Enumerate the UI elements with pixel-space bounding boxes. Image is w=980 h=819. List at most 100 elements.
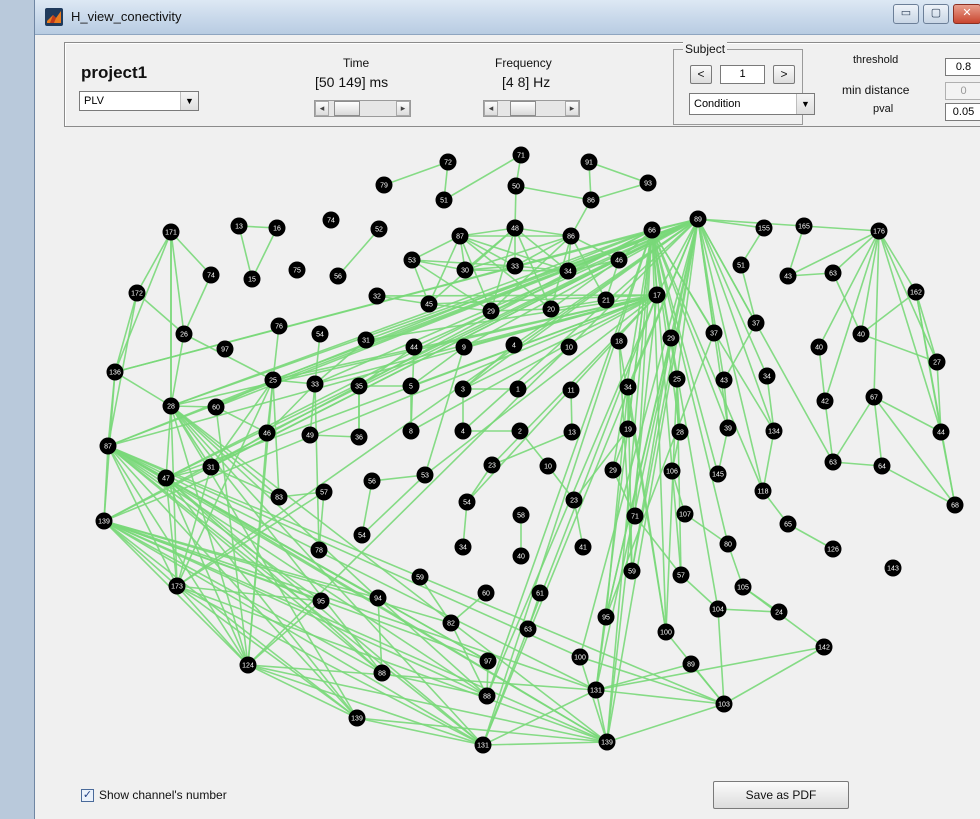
connection-edge [247,664,597,691]
channel-node: 28 [162,397,180,415]
channel-number-label: 68 [951,503,959,510]
connection-edge [165,477,383,674]
channel-number-label: 171 [165,230,177,237]
channel-number-label: 162 [910,290,922,297]
channel-node: 36 [350,428,368,446]
channel-number-label: 104 [712,607,724,614]
show-channel-number-checkbox[interactable]: ✓ [81,789,94,802]
subject-number-field[interactable]: 1 [720,65,765,84]
edges-layer [103,154,956,746]
channel-node: 172 [128,284,146,302]
channel-number-label: 10 [544,464,552,471]
time-slider-right-arrow[interactable]: ▸ [396,101,410,116]
channel-node: 86 [562,227,580,245]
channel-node: 59 [411,568,429,586]
channel-number-label: 37 [752,321,760,328]
channel-node: 3 [454,380,472,398]
channel-number-label: 53 [421,473,429,480]
channel-node: 57 [315,483,333,501]
channel-node: 82 [442,614,460,632]
channel-number-label: 42 [821,399,829,406]
frequency-slider[interactable]: ◂ ▸ [483,100,580,117]
pval-label: pval [873,103,894,115]
save-as-pdf-button[interactable]: Save as PDF [713,781,849,809]
channel-number-label: 97 [221,347,229,354]
min-distance-label: min distance [842,83,910,97]
channel-number-label: 25 [269,378,277,385]
channel-number-label: 88 [378,671,386,678]
frequency-slider-left-arrow[interactable]: ◂ [484,101,498,116]
connection-edge [114,371,172,407]
subject-group-title: Subject [683,42,728,56]
measure-select[interactable]: PLV ▼ [79,91,199,111]
channel-number-label: 59 [628,569,636,576]
next-subject-button[interactable]: > [773,65,795,84]
min-distance-field[interactable]: 0 [945,82,980,100]
channel-node: 32 [368,287,386,305]
maximize-button[interactable]: ▢ [923,4,949,24]
channel-number-label: 46 [263,431,271,438]
channel-node: 33 [306,375,324,393]
channel-number-label: 87 [104,444,112,451]
channel-node: 176 [870,222,888,240]
channel-node: 103 [715,695,733,713]
channel-node: 35 [350,377,368,395]
channel-node: 65 [779,515,797,533]
connection-edge [606,703,725,743]
connection-edge [356,717,484,746]
connection-edge [860,291,917,335]
channel-node: 28 [671,423,689,441]
channel-number-label: 3 [461,387,465,394]
channel-number-label: 97 [484,659,492,666]
pval-field[interactable]: 0.05 [945,103,980,121]
minimize-button[interactable]: ▭ [893,4,919,24]
channel-number-label: 57 [320,490,328,497]
title-bar[interactable]: H_view_conectivity ▭ ▢ ✕ [35,0,980,35]
channel-number-label: 89 [694,217,702,224]
channel-number-label: 54 [316,332,324,339]
connection-edge [383,161,449,186]
frequency-slider-thumb[interactable] [510,101,537,116]
channel-node: 1 [509,380,527,398]
channel-number-label: 40 [815,345,823,352]
channel-number-label: 21 [602,298,610,305]
channel-node: 31 [357,331,375,349]
connection-edge [697,218,880,232]
connection-edge [878,230,917,293]
threshold-field[interactable]: 0.8 [945,58,980,76]
channel-number-label: 95 [317,599,325,606]
connection-edge [515,185,592,201]
channel-number-label: 86 [567,234,575,241]
channel-number-label: 28 [167,404,175,411]
prev-subject-button[interactable]: < [690,65,712,84]
channel-node: 126 [824,540,842,558]
channel-node: 5 [402,377,420,395]
channel-node: 2 [511,422,529,440]
connection-edge [482,741,608,746]
time-slider[interactable]: ◂ ▸ [314,100,411,117]
channel-number-label: 60 [212,405,220,412]
condition-select[interactable]: Condition ▼ [689,93,815,115]
channel-number-label: 18 [615,339,623,346]
channel-node: 79 [375,176,393,194]
channel-node: 155 [755,219,773,237]
time-slider-left-arrow[interactable]: ◂ [315,101,329,116]
channel-node: 105 [734,578,752,596]
connection-edge [723,646,825,705]
frequency-slider-right-arrow[interactable]: ▸ [565,101,579,116]
channel-node: 34 [758,367,776,385]
channel-number-label: 59 [416,575,424,582]
threshold-label: threshold [853,54,899,66]
channel-node: 91 [580,153,598,171]
channel-node: 41 [574,538,592,556]
channel-node: 60 [207,398,225,416]
close-button[interactable]: ✕ [953,4,980,24]
channel-number-label: 52 [375,227,383,234]
channel-number-label: 107 [679,512,691,519]
channel-node: 71 [626,507,644,525]
channel-node: 162 [907,283,925,301]
time-slider-thumb[interactable] [333,101,360,116]
channel-number-label: 155 [758,226,770,233]
channel-node: 78 [310,541,328,559]
channel-node: 51 [732,256,750,274]
